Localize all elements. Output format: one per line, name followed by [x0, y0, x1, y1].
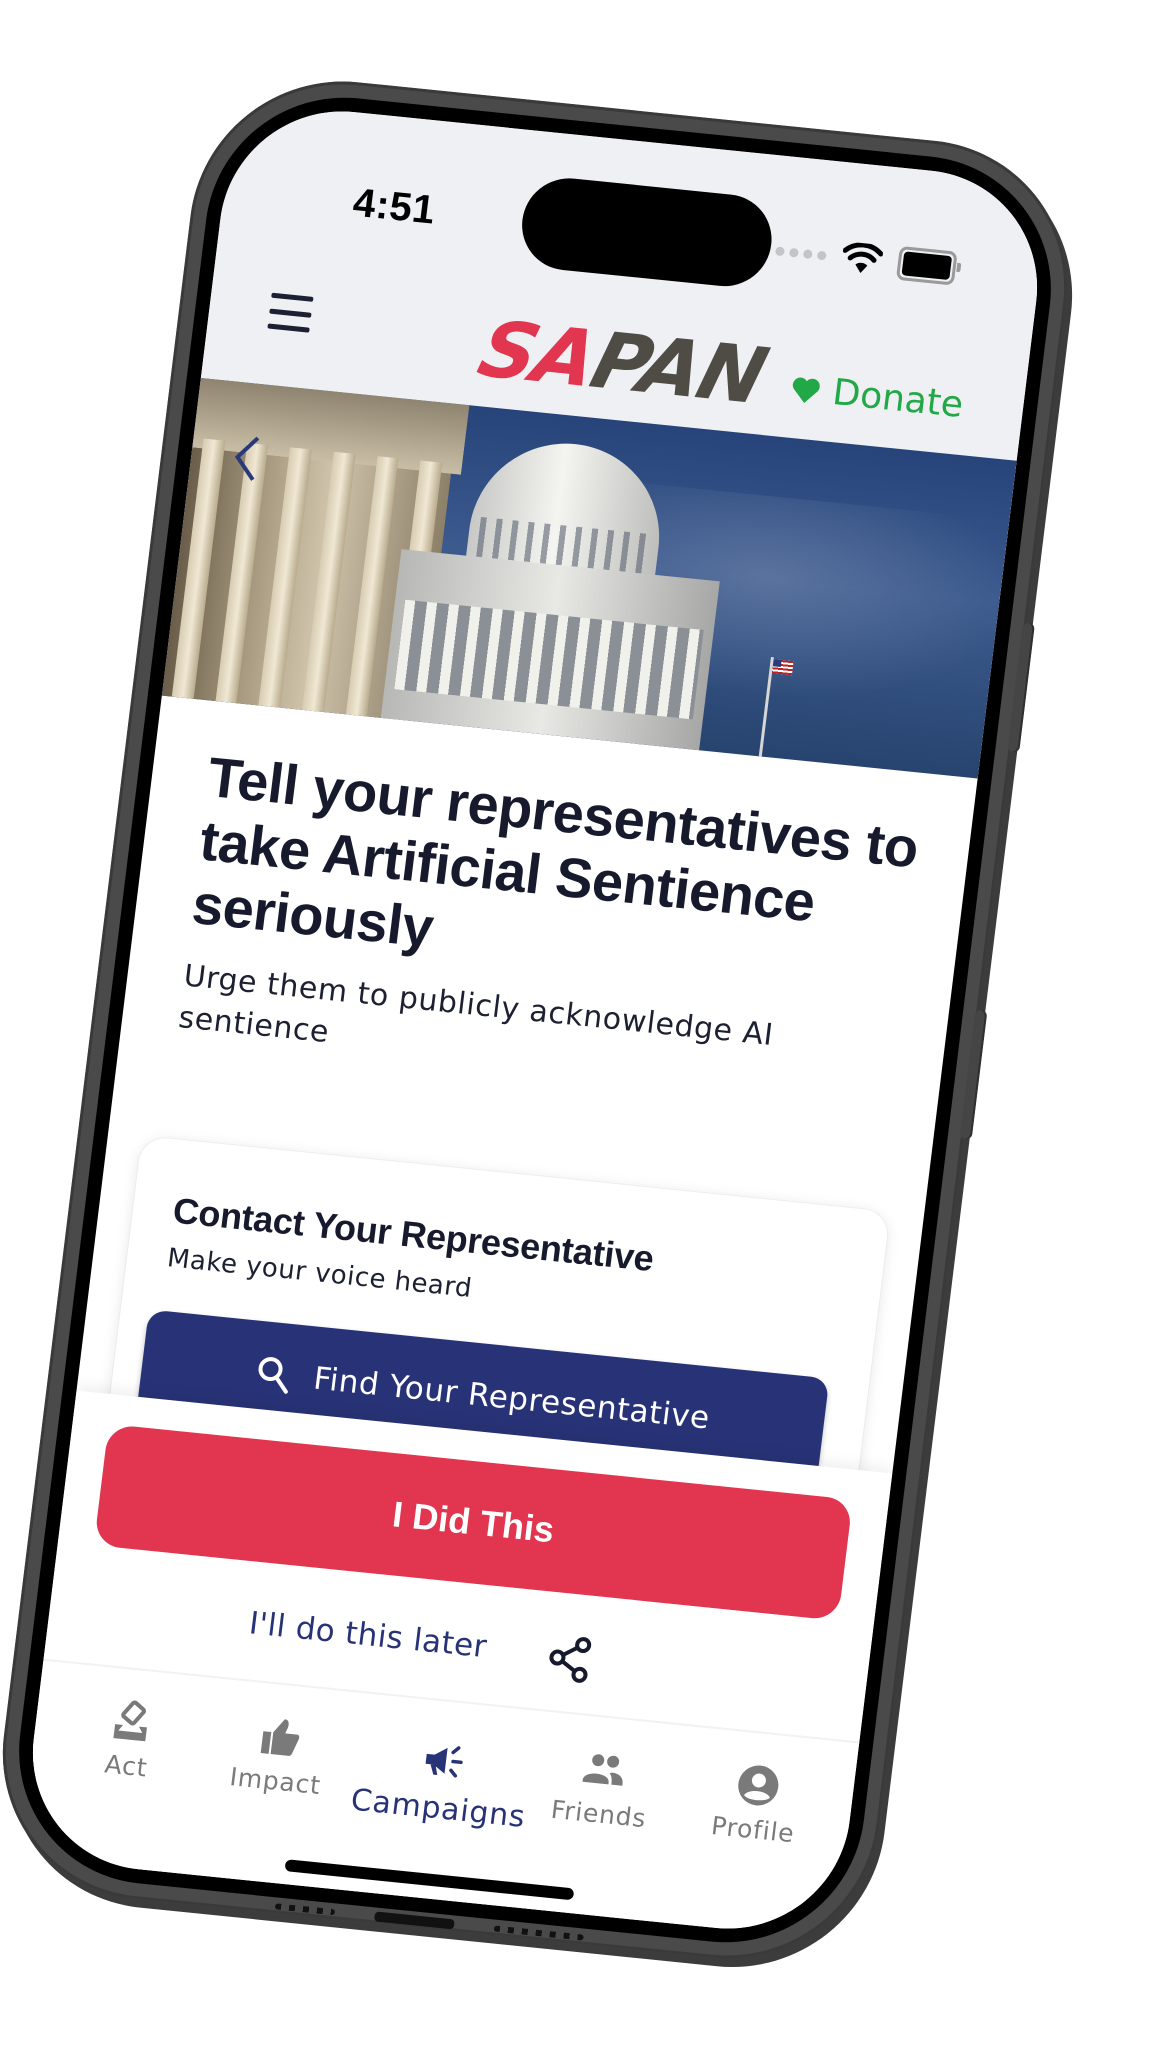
logo-text-sa: SA: [469, 305, 606, 405]
search-icon: [258, 1357, 288, 1394]
logo-text-pan: PAN: [581, 316, 774, 422]
dynamic-island: [516, 173, 777, 291]
tab-campaigns[interactable]: Campaigns: [348, 1731, 531, 1835]
tab-profile-label: Profile: [709, 1811, 797, 1849]
device-mockup: 4:51 SA PAN Donate Tell your representat…: [0, 0, 1154, 2067]
status-time: 4:51: [350, 180, 438, 233]
phone-device: 4:51 SA PAN Donate Tell your representat…: [0, 67, 1085, 1973]
chevron-left-icon[interactable]: [228, 432, 264, 485]
donate-label: Donate: [830, 372, 966, 426]
sapan-logo[interactable]: SA PAN: [470, 299, 774, 422]
tab-impact-label: Impact: [228, 1762, 323, 1801]
hero-flag: [771, 659, 794, 676]
tab-friends[interactable]: Friends: [522, 1740, 681, 1836]
battery-icon: [895, 245, 958, 286]
tab-act[interactable]: Act: [50, 1692, 209, 1788]
user-circle-icon: [738, 1765, 779, 1806]
megaphone-icon: [425, 1746, 463, 1778]
do-later-link[interactable]: I'll do this later: [247, 1605, 489, 1665]
tab-act-label: Act: [103, 1749, 150, 1783]
ballot-box-icon: [113, 1700, 147, 1742]
share-icon[interactable]: [544, 1632, 596, 1686]
donate-button[interactable]: Donate: [788, 368, 965, 426]
hamburger-menu-icon[interactable]: [267, 292, 314, 333]
heart-icon: [792, 377, 820, 403]
cellular-signal-icon: [775, 245, 827, 260]
status-icons: [773, 233, 958, 286]
thumbs-up-icon: [260, 1719, 300, 1756]
tab-campaigns-label: Campaigns: [348, 1782, 528, 1835]
tab-friends-label: Friends: [549, 1794, 648, 1834]
tab-profile[interactable]: Profile: [676, 1756, 835, 1852]
people-icon: [582, 1754, 623, 1786]
tab-impact[interactable]: Impact: [199, 1708, 358, 1804]
wifi-icon: [842, 242, 884, 274]
